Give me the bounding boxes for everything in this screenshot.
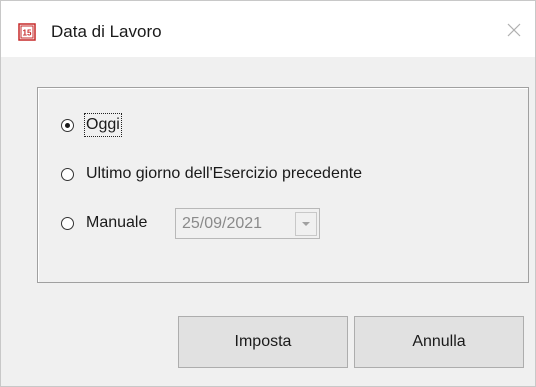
radio-option-oggi[interactable]: Oggi [61, 113, 122, 137]
radio-option-ultimo-giorno[interactable]: Ultimo giorno dell'Esercizio precedente [61, 162, 362, 186]
radio-button-manuale[interactable] [61, 216, 74, 230]
radio-label-manuale: Manuale [86, 214, 148, 231]
app-calendar-icon: 15 [18, 23, 36, 41]
radio-button-ultimo-giorno[interactable] [61, 167, 74, 181]
radio-button-oggi[interactable] [61, 118, 74, 132]
manual-date-value: 25/09/2021 [182, 214, 263, 232]
close-icon[interactable] [505, 21, 523, 39]
manual-date-combobox[interactable]: 25/09/2021 [175, 208, 320, 239]
radio-label-oggi: Oggi [84, 113, 122, 137]
title-bar: 15 Data di Lavoro [1, 1, 535, 57]
radio-option-manuale[interactable]: Manuale [61, 211, 147, 235]
radio-label-ultimo-giorno: Ultimo giorno dell'Esercizio precedente [86, 165, 363, 182]
imposta-button[interactable]: Imposta [178, 316, 348, 368]
annulla-button[interactable]: Annulla [354, 316, 524, 368]
chevron-down-icon[interactable] [295, 211, 317, 236]
svg-text:15: 15 [23, 29, 32, 38]
window-title: Data di Lavoro [51, 22, 162, 41]
dialog-window: 15 Data di Lavoro Oggi Ultimo giorno del… [0, 0, 536, 387]
